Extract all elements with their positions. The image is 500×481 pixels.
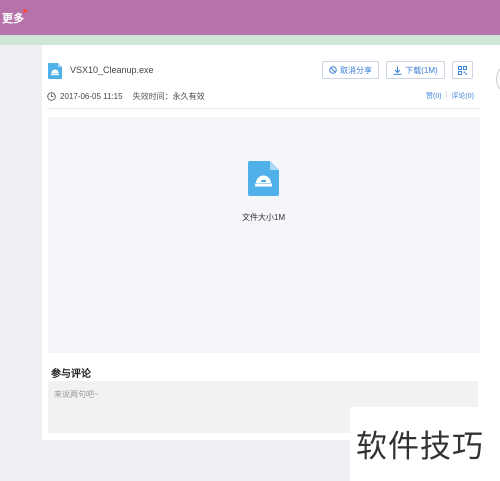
cancel-share-button[interactable]: 取消分享: [322, 61, 379, 79]
more-menu[interactable]: 更多: [2, 10, 24, 26]
avatar[interactable]: [496, 65, 500, 93]
divider: [47, 108, 480, 109]
left-margin: [0, 45, 42, 481]
likes-link[interactable]: 赞(0): [426, 91, 442, 101]
download-label: 下载(1M): [405, 65, 438, 75]
notification-dot: [23, 9, 27, 13]
cancel-share-label: 取消分享: [340, 65, 372, 75]
qr-code-button[interactable]: [452, 61, 473, 79]
file-icon: [48, 63, 62, 79]
stats-separator: |: [445, 91, 448, 98]
file-name: VSX10_Cleanup.exe: [70, 65, 154, 75]
file-meta: 2017-06-05 11:15 失效时间： 永久有效: [47, 91, 205, 102]
expire-label: 失效时间：: [132, 92, 173, 101]
share-date: 2017-06-05 11:15: [60, 92, 123, 101]
file-preview-area: [48, 117, 480, 353]
qr-code-icon: [458, 65, 467, 75]
file-stats: 赞(0) | 评论(0): [426, 91, 474, 101]
watermark-text: 软件技巧: [356, 429, 484, 465]
file-preview-icon: [248, 161, 279, 196]
expire-value: 永久有效: [172, 92, 205, 101]
download-icon: [393, 66, 402, 75]
ban-icon: [329, 66, 337, 74]
top-stripe: [0, 35, 500, 45]
comments-link[interactable]: 评论(0): [451, 91, 474, 101]
right-panel: [486, 45, 500, 410]
comment-placeholder: 来说两句吧~: [54, 390, 99, 399]
download-button[interactable]: 下载(1M): [386, 61, 445, 79]
file-size-label: 文件大小1M: [242, 213, 286, 222]
clock-icon: [47, 92, 56, 101]
top-navigation-bar: 更多: [0, 0, 500, 35]
comment-section-title: 参与评论: [51, 369, 91, 380]
